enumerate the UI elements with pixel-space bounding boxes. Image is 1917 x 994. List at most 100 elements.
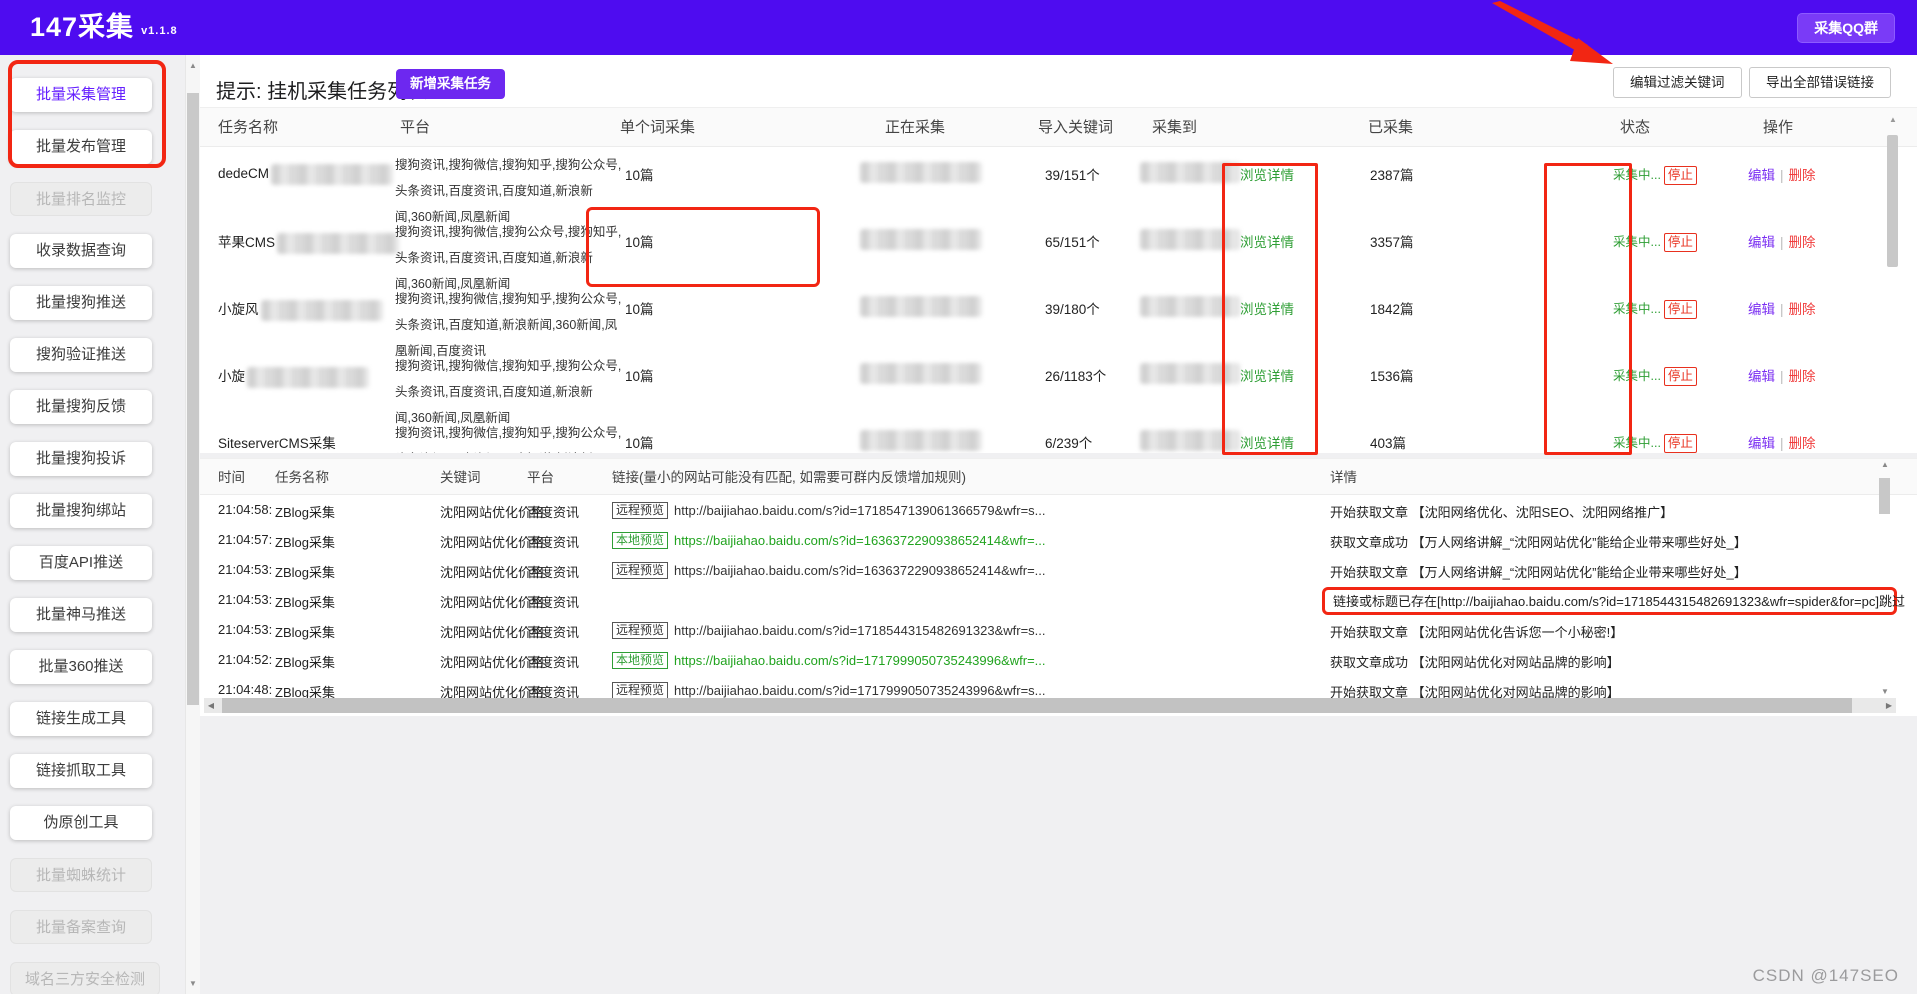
watermark-text: CSDN @147SEO bbox=[1753, 966, 1899, 986]
sidebar-item[interactable]: 链接生成工具 bbox=[10, 702, 152, 736]
col-collecting: 正在采集 bbox=[885, 108, 945, 148]
edit-link[interactable]: 编辑 bbox=[1748, 369, 1775, 384]
stop-button[interactable]: 停止 bbox=[1664, 367, 1697, 386]
preview-badge[interactable]: 远程预览 bbox=[612, 562, 668, 579]
view-details-link[interactable]: 浏览详情 bbox=[1240, 432, 1294, 452]
sidebar-item[interactable]: 批量神马推送 bbox=[10, 598, 152, 632]
collected-count: 403篇 bbox=[1370, 432, 1406, 452]
edit-link[interactable]: 编辑 bbox=[1748, 235, 1775, 250]
per-keyword-count: 10篇 bbox=[625, 298, 654, 318]
task-scrollbar-thumb[interactable] bbox=[1887, 135, 1898, 267]
task-name: 小旋风 bbox=[218, 298, 383, 321]
sidebar-item[interactable]: 批量搜狗投诉 bbox=[10, 442, 152, 476]
preview-badge[interactable]: 本地预览 bbox=[612, 532, 668, 549]
sidebar-item[interactable]: 批量搜狗绑站 bbox=[10, 494, 152, 528]
edit-link[interactable]: 编辑 bbox=[1748, 168, 1775, 183]
log-hscrollbar-thumb[interactable] bbox=[222, 698, 1852, 713]
stop-button[interactable]: 停止 bbox=[1664, 300, 1697, 319]
sidebar-item[interactable]: 百度API推送 bbox=[10, 546, 152, 580]
preview-badge[interactable]: 远程预览 bbox=[612, 502, 668, 519]
stop-button[interactable]: 停止 bbox=[1664, 434, 1697, 453]
delete-link[interactable]: 删除 bbox=[1789, 369, 1816, 384]
delete-link[interactable]: 删除 bbox=[1789, 168, 1816, 183]
preview-badge[interactable]: 远程预览 bbox=[612, 682, 668, 699]
scroll-down-icon[interactable]: ▼ bbox=[1878, 687, 1892, 696]
action-divider: | bbox=[1780, 302, 1784, 317]
scroll-left-icon[interactable]: ◀ bbox=[204, 698, 218, 713]
view-details-link[interactable]: 浏览详情 bbox=[1240, 231, 1294, 251]
export-error-links-button[interactable]: 导出全部错误链接 bbox=[1749, 67, 1891, 98]
col-task-name: 任务名称 bbox=[218, 108, 278, 148]
sidebar-scrollbar-thumb[interactable] bbox=[187, 93, 199, 705]
scroll-up-icon[interactable]: ▲ bbox=[186, 61, 200, 70]
log-vscrollbar-thumb[interactable] bbox=[1879, 478, 1890, 514]
col-keyword: 关键词 bbox=[440, 459, 481, 496]
sidebar-item[interactable]: 收录数据查询 bbox=[10, 234, 152, 268]
sidebar-item[interactable]: 批量搜狗推送 bbox=[10, 286, 152, 320]
stop-button[interactable]: 停止 bbox=[1664, 233, 1697, 252]
sidebar-item[interactable]: 批量360推送 bbox=[10, 650, 152, 684]
sidebar-item[interactable]: 批量排名监控 bbox=[10, 182, 152, 216]
add-task-button[interactable]: 新增采集任务 bbox=[396, 69, 505, 99]
scroll-up-icon[interactable]: ▲ bbox=[1878, 460, 1892, 469]
view-details-link[interactable]: 浏览详情 bbox=[1240, 298, 1294, 318]
scroll-up-icon[interactable]: ▲ bbox=[1886, 115, 1900, 124]
stop-button[interactable]: 停止 bbox=[1664, 166, 1697, 185]
log-url[interactable]: http://baijiahao.baidu.com/s?id=17185471… bbox=[674, 503, 1046, 518]
sidebar-item[interactable]: 伪原创工具 bbox=[10, 806, 152, 840]
task-table-body: dedeCM 搜狗资讯,搜狗微信,搜狗知乎,搜狗公众号,头条资讯,百度资讯,百度… bbox=[200, 147, 1917, 453]
sidebar-item[interactable]: 批量备案查询 bbox=[10, 910, 152, 944]
sidebar-scrollbar[interactable]: ▲ ▼ bbox=[185, 55, 200, 994]
log-task-name: ZBlog采集 bbox=[275, 622, 335, 641]
log-platform: 百度资讯 bbox=[527, 622, 579, 641]
log-url[interactable]: https://baijiahao.baidu.com/s?id=1636372… bbox=[674, 563, 1046, 578]
sidebar-item[interactable]: 批量采集管理 bbox=[10, 78, 152, 112]
log-url[interactable]: https://baijiahao.baidu.com/s?id=1717999… bbox=[674, 653, 1046, 668]
collecting-now-redacted bbox=[860, 296, 982, 317]
sidebar-item[interactable]: 批量发布管理 bbox=[10, 130, 152, 164]
collecting-now-redacted bbox=[860, 430, 982, 451]
delete-link[interactable]: 删除 bbox=[1789, 235, 1816, 250]
log-horizontal-scrollbar[interactable]: ◀ ▶ bbox=[204, 698, 1896, 713]
log-task-name: ZBlog采集 bbox=[275, 502, 335, 521]
collecting-now-redacted bbox=[860, 363, 982, 384]
sidebar-item[interactable]: 批量搜狗反馈 bbox=[10, 390, 152, 424]
log-link-cell: 远程预览 http://baijiahao.baidu.com/s?id=1718… bbox=[612, 502, 1317, 519]
collecting-now-redacted bbox=[860, 229, 982, 250]
view-details-link[interactable]: 浏览详情 bbox=[1240, 164, 1294, 184]
redacted-blur bbox=[1140, 430, 1240, 451]
top-header-bar: 147采集v1.1.8 采集QQ群 bbox=[0, 0, 1917, 55]
sidebar-item[interactable]: 批量蜘蛛统计 bbox=[10, 858, 152, 892]
col-task: 任务名称 bbox=[275, 459, 329, 496]
log-platform: 百度资讯 bbox=[527, 562, 579, 581]
task-table-scrollbar[interactable]: ▲ bbox=[1886, 115, 1900, 445]
scroll-down-icon[interactable]: ▼ bbox=[186, 979, 200, 988]
delete-link[interactable]: 删除 bbox=[1789, 436, 1816, 451]
log-url[interactable]: http://baijiahao.baidu.com/s?id=17179990… bbox=[674, 683, 1046, 698]
col-imported-keywords: 导入关键词 bbox=[1038, 108, 1113, 148]
status-cell: 采集中...停止 bbox=[1613, 164, 1697, 185]
log-table-body: 21:04:58: ZBlog采集 沈阳网站优化价格 百度资讯 远程预览http… bbox=[200, 495, 1917, 705]
actions-cell: 编辑|删除 bbox=[1748, 365, 1816, 385]
log-vertical-scrollbar[interactable]: ▲ ▼ bbox=[1878, 460, 1892, 710]
collected-to-redacted bbox=[1140, 229, 1240, 250]
preview-badge[interactable]: 远程预览 bbox=[612, 622, 668, 639]
edit-filter-keywords-button[interactable]: 编辑过滤关键词 bbox=[1613, 67, 1742, 98]
log-url[interactable]: https://baijiahao.baidu.com/s?id=1636372… bbox=[674, 533, 1046, 548]
log-link-cell: 远程预览 https://baijiahao.baidu.com/s?id=163… bbox=[612, 562, 1317, 579]
sidebar-item[interactable]: 搜狗验证推送 bbox=[10, 338, 152, 372]
preview-badge[interactable]: 本地预览 bbox=[612, 652, 668, 669]
log-row: 21:04:53: ZBlog采集 沈阳网站优化价格 百度资讯 远程预览http… bbox=[200, 555, 1917, 585]
delete-link[interactable]: 删除 bbox=[1789, 302, 1816, 317]
log-url[interactable]: http://baijiahao.baidu.com/s?id=17185443… bbox=[674, 623, 1046, 638]
edit-link[interactable]: 编辑 bbox=[1748, 436, 1775, 451]
edit-link[interactable]: 编辑 bbox=[1748, 302, 1775, 317]
view-details-link[interactable]: 浏览详情 bbox=[1240, 365, 1294, 385]
sidebar-nav: 批量采集管理 批量发布管理 批量排名监控 收录数据查询 批量搜狗推送 搜狗验证推… bbox=[0, 55, 185, 994]
col-link: 链接(量小的网站可能没有匹配, 如需要可群内反馈增加规则) bbox=[612, 459, 966, 496]
log-time: 21:04:53: bbox=[218, 622, 272, 637]
qq-group-button[interactable]: 采集QQ群 bbox=[1797, 13, 1895, 43]
sidebar-item[interactable]: 链接抓取工具 bbox=[10, 754, 152, 788]
sidebar-item[interactable]: 域名三方安全检测 bbox=[10, 962, 160, 994]
redacted-blur bbox=[247, 367, 369, 388]
